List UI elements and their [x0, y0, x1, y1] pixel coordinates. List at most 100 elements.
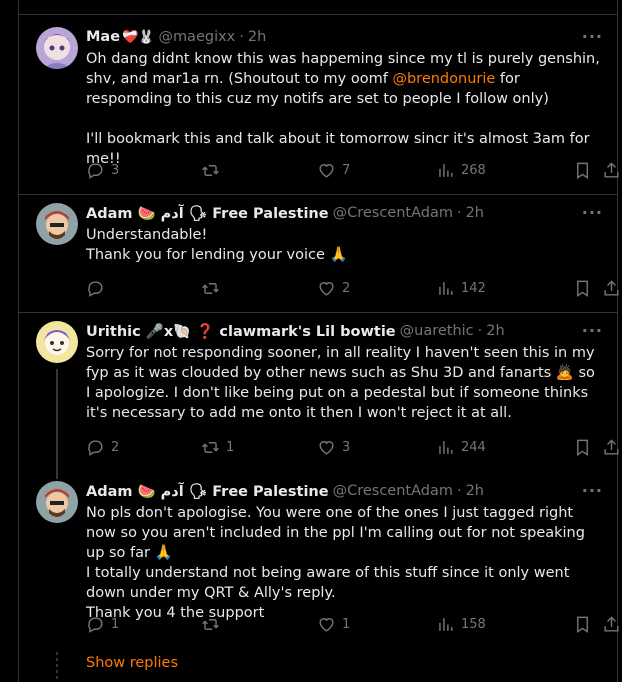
share-button[interactable]: [602, 438, 621, 457]
reply-icon: [88, 440, 103, 456]
bookmark-icon: [577, 162, 588, 179]
views-button[interactable]: 142: [436, 279, 486, 298]
display-name[interactable]: Adam 🍉 آدم 🗣 Free Palestine: [86, 205, 329, 222]
reply-icon: [88, 163, 103, 179]
timestamp[interactable]: 2h: [486, 323, 504, 339]
action-bar: 2 142: [86, 279, 619, 299]
action-bar: 3 7 268: [86, 161, 619, 181]
heart-icon: [319, 282, 334, 296]
handle[interactable]: @CrescentAdam: [333, 483, 453, 499]
view-count: 244: [461, 440, 486, 455]
heart-icon: [319, 441, 334, 455]
retweet-button[interactable]: [201, 279, 226, 298]
views-button[interactable]: 158: [436, 615, 486, 634]
heart-icon: [319, 164, 334, 178]
more-options-icon[interactable]: ···: [582, 481, 603, 500]
handle[interactable]: @maegixx: [158, 29, 235, 45]
reply-count: 3: [111, 163, 120, 178]
display-name[interactable]: Mae: [86, 29, 120, 45]
retweet-button[interactable]: [201, 615, 226, 634]
tweet-text: Thank you for lending your voice 🙏: [86, 247, 348, 263]
display-name[interactable]: Adam 🍉 آدم 🗣 Free Palestine: [86, 483, 329, 500]
retweet-count: 1: [226, 440, 235, 455]
like-count: 3: [342, 440, 351, 455]
timestamp[interactable]: 2h: [466, 483, 484, 499]
like-button[interactable]: 3: [317, 438, 350, 457]
show-replies-link[interactable]: Show replies: [86, 655, 178, 671]
retweet-button[interactable]: [201, 161, 226, 180]
thread-dotted-line: [56, 652, 58, 682]
share-icon: [604, 162, 619, 178]
bookmark-button[interactable]: [573, 438, 592, 457]
tweet-text-part: Oh dang didnt know this was happeming si…: [86, 51, 600, 87]
handle[interactable]: @uarethic: [400, 323, 474, 339]
handle[interactable]: @CrescentAdam: [333, 205, 453, 221]
share-button[interactable]: [602, 615, 621, 634]
like-button[interactable]: 7: [317, 161, 350, 180]
tweet-text: Sorry for not responding sooner, in all …: [86, 345, 595, 421]
tweet-text: Oh dang didnt know this was happeming si…: [86, 49, 603, 109]
mention-link[interactable]: @brendonurie: [392, 71, 495, 87]
share-icon: [604, 439, 619, 455]
retweet-icon: [202, 442, 219, 453]
reply-button[interactable]: [86, 279, 111, 298]
bookmark-button[interactable]: [573, 279, 592, 298]
like-count: 2: [342, 281, 351, 296]
share-button[interactable]: [602, 279, 621, 298]
share-icon: [604, 616, 619, 632]
tweet-text: I totally understand not being aware of …: [86, 565, 570, 601]
avatar[interactable]: [36, 203, 78, 245]
bookmark-button[interactable]: [573, 615, 592, 634]
top-divider: [19, 0, 617, 15]
bookmark-icon: [577, 439, 588, 456]
action-bar: 1 1 158: [86, 615, 619, 635]
more-options-icon[interactable]: ···: [582, 27, 603, 46]
retweet-button[interactable]: 1: [201, 438, 234, 457]
like-button[interactable]: 1: [317, 615, 350, 634]
views-icon: [439, 282, 453, 295]
tweet-text: No pls don't apologise. You were one of …: [86, 505, 585, 561]
avatar[interactable]: [36, 321, 78, 363]
retweet-icon: [202, 165, 219, 176]
like-button[interactable]: 2: [317, 279, 350, 298]
reply-button[interactable]: 3: [86, 161, 119, 180]
reply-button[interactable]: 1: [86, 615, 119, 634]
separator-dot: ·: [477, 323, 483, 339]
views-button[interactable]: 244: [436, 438, 486, 457]
reply-icon: [88, 281, 103, 297]
views-button[interactable]: 268: [436, 161, 486, 180]
more-options-icon[interactable]: ···: [582, 321, 603, 340]
timestamp[interactable]: 2h: [466, 205, 484, 221]
separator-dot: ·: [456, 483, 462, 499]
tweet-mae[interactable]: Mae ❤️‍🩹🐰 @maegixx · 2h ··· Oh dang didn…: [19, 15, 619, 195]
action-bar: 2 1 3 244: [86, 438, 619, 458]
view-count: 142: [461, 281, 486, 296]
timestamp[interactable]: 2h: [248, 29, 266, 45]
reply-icon: [88, 617, 103, 633]
separator-dot: ·: [239, 29, 244, 45]
bookmark-button[interactable]: [573, 161, 592, 180]
views-icon: [439, 164, 453, 177]
display-name[interactable]: Urithic 🎤x🐚 ❓ clawmark's Lil bowtie: [86, 323, 396, 340]
bookmark-icon: [577, 280, 588, 297]
tweet-urithic[interactable]: Urithic 🎤x🐚 ❓ clawmark's Lil bowtie @uar…: [19, 313, 619, 479]
tweet-adam-2[interactable]: Adam 🍉 آدم 🗣 Free Palestine @CrescentAda…: [19, 475, 619, 650]
bookmark-icon: [577, 616, 588, 633]
reply-count: 1: [111, 617, 120, 632]
avatar[interactable]: [36, 481, 78, 523]
avatar[interactable]: [36, 27, 78, 69]
reply-count: 2: [111, 440, 120, 455]
reply-button[interactable]: 2: [86, 438, 119, 457]
tweet-adam-1[interactable]: Adam 🍉 آدم 🗣 Free Palestine @CrescentAda…: [19, 195, 619, 313]
retweet-icon: [202, 619, 219, 630]
share-button[interactable]: [602, 161, 621, 180]
like-count: 7: [342, 163, 351, 178]
thread-line: [56, 369, 58, 479]
more-options-icon[interactable]: ···: [582, 203, 603, 222]
share-icon: [604, 280, 619, 296]
like-count: 1: [342, 617, 351, 632]
retweet-icon: [202, 283, 219, 294]
heart-icon: [319, 618, 334, 632]
views-icon: [439, 441, 453, 454]
views-icon: [439, 618, 453, 631]
